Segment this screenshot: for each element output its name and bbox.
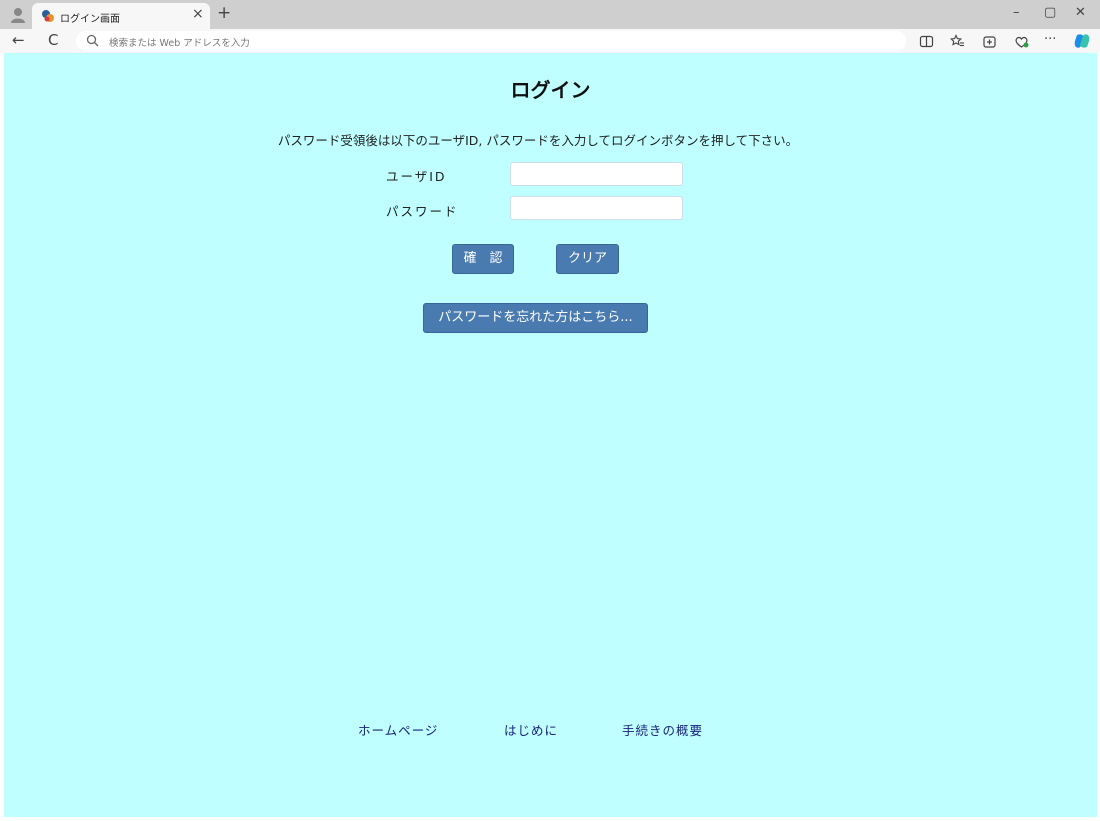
login-page: ログイン パスワード受領後は以下のユーザID, パスワードを入力してログインボタ… xyxy=(4,53,1097,817)
split-screen-icon[interactable] xyxy=(919,34,934,49)
restore-icon[interactable]: ▢ xyxy=(1044,5,1056,20)
address-bar[interactable]: 検索または Web アドレスを入力 xyxy=(76,31,906,51)
footer-link-home[interactable]: ホームページ xyxy=(358,720,438,739)
collections-icon[interactable] xyxy=(982,34,997,49)
address-placeholder: 検索または Web アドレスを入力 xyxy=(109,38,250,49)
refresh-icon[interactable]: C xyxy=(48,31,58,49)
copilot-icon[interactable] xyxy=(1073,32,1091,50)
search-icon xyxy=(86,34,99,47)
browser-tab-bar: ログイン画面 × + – ▢ ✕ xyxy=(0,0,1100,29)
login-instruction: パスワード受領後は以下のユーザID, パスワードを入力してログインボタンを押して… xyxy=(277,133,799,148)
confirm-button[interactable]: 確 認 xyxy=(452,244,514,274)
user-id-label: ユーザID xyxy=(386,169,447,184)
browser-essentials-icon[interactable] xyxy=(1014,34,1029,49)
password-input[interactable] xyxy=(510,196,683,220)
close-window-icon[interactable]: ✕ xyxy=(1075,5,1086,20)
footer-link-procedure-overview[interactable]: 手続きの概要 xyxy=(622,720,703,739)
profile-icon[interactable] xyxy=(9,6,27,24)
new-tab-icon[interactable]: + xyxy=(217,3,231,23)
favorites-icon[interactable] xyxy=(950,34,965,49)
footer-link-introduction[interactable]: はじめに xyxy=(504,720,558,739)
minimize-icon[interactable]: – xyxy=(1013,5,1020,20)
page-title: ログイン xyxy=(510,78,591,102)
browser-tab[interactable]: ログイン画面 × xyxy=(32,3,210,29)
browser-toolbar: ← C 検索または Web アドレスを入力 ··· xyxy=(0,29,1100,53)
site-favicon-icon xyxy=(42,10,54,22)
more-menu-icon[interactable]: ··· xyxy=(1044,32,1056,47)
tab-close-icon[interactable]: × xyxy=(192,6,204,22)
password-label: パスワード xyxy=(386,204,459,219)
forgot-password-button[interactable]: パスワードを忘れた方はこちら... xyxy=(423,303,648,333)
clear-button[interactable]: クリア xyxy=(556,244,619,274)
back-icon[interactable]: ← xyxy=(12,31,25,49)
user-id-input[interactable] xyxy=(510,162,683,186)
tab-title: ログイン画面 xyxy=(60,14,120,25)
